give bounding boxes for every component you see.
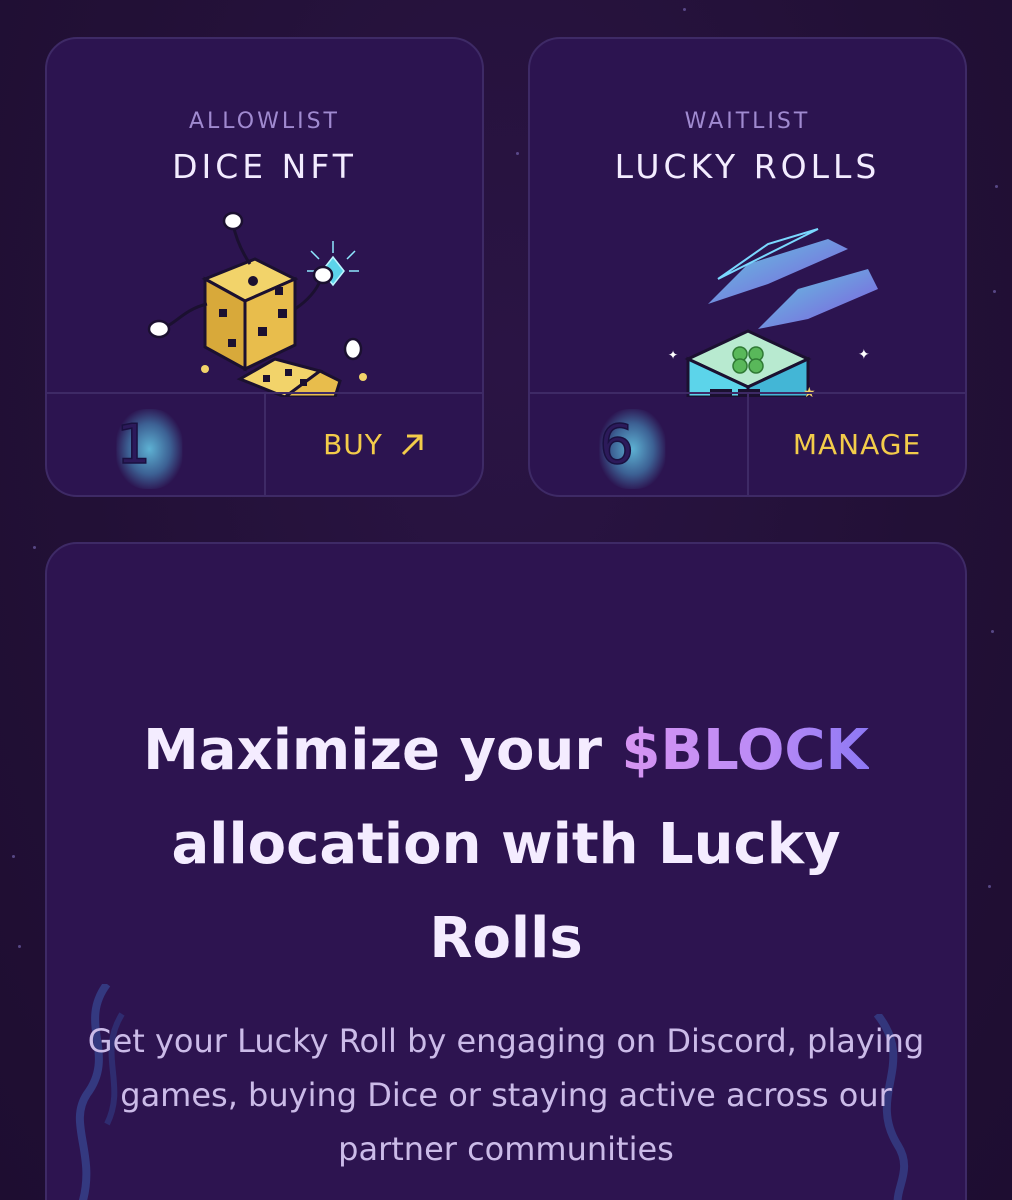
card-kicker: WAITLIST	[684, 109, 811, 134]
buy-button-label: BUY	[323, 428, 383, 461]
svg-text:✦: ✦	[858, 347, 870, 363]
arrow-up-right-icon	[401, 434, 423, 455]
star-decoration	[995, 185, 998, 188]
lucky-rolls-card: WAITLIST LUCKY ROLLS ✦ ✦ ★ 6 MANAGE	[528, 37, 967, 497]
card-title: DICE NFT	[172, 147, 357, 186]
star-decoration	[33, 546, 36, 549]
star-decoration	[516, 152, 519, 155]
star-decoration	[991, 630, 994, 633]
star-decoration	[18, 945, 21, 948]
block-token-highlight: $BLOCK	[621, 718, 869, 783]
star-decoration	[12, 855, 15, 858]
headline-text: allocation with Lucky Rolls	[171, 812, 841, 971]
card-footer: 1 BUY	[47, 392, 482, 495]
star-decoration	[988, 885, 991, 888]
card-title: LUCKY ROLLS	[614, 147, 881, 186]
manage-button-label: MANAGE	[792, 428, 922, 461]
card-footer: 6 MANAGE	[530, 392, 965, 495]
lucky-roll-illustration: ✦ ✦ ★	[530, 209, 965, 397]
lucky-roll-illustration-svg: ✦ ✦ ★	[668, 228, 878, 397]
allowlist-count: 1	[116, 412, 152, 477]
dice-illustration-svg	[147, 211, 367, 397]
star-decoration	[993, 290, 996, 293]
promo-description: Get your Lucky Roll by engaging on Disco…	[87, 1022, 925, 1168]
svg-text:✦: ✦	[668, 348, 678, 362]
count-cell: 6	[530, 394, 749, 495]
dice-nft-card: ALLOWLIST DICE NFT 1 BUY	[45, 37, 484, 497]
promo-headline: Maximize your $BLOCK allocation with Luc…	[107, 704, 905, 986]
manage-button[interactable]: MANAGE	[749, 394, 965, 495]
headline-text: Maximize your	[143, 718, 622, 783]
count-cell: 1	[47, 394, 266, 495]
card-kicker: ALLOWLIST	[189, 109, 340, 134]
star-decoration	[683, 8, 686, 11]
buy-button[interactable]: BUY	[266, 394, 482, 495]
dice-illustration	[47, 209, 482, 397]
page: ALLOWLIST DICE NFT 1 BUY WAITLIST LUCKY …	[0, 0, 1012, 1200]
waitlist-count: 6	[599, 412, 635, 477]
promo-card: Maximize your $BLOCK allocation with Luc…	[45, 542, 967, 1200]
